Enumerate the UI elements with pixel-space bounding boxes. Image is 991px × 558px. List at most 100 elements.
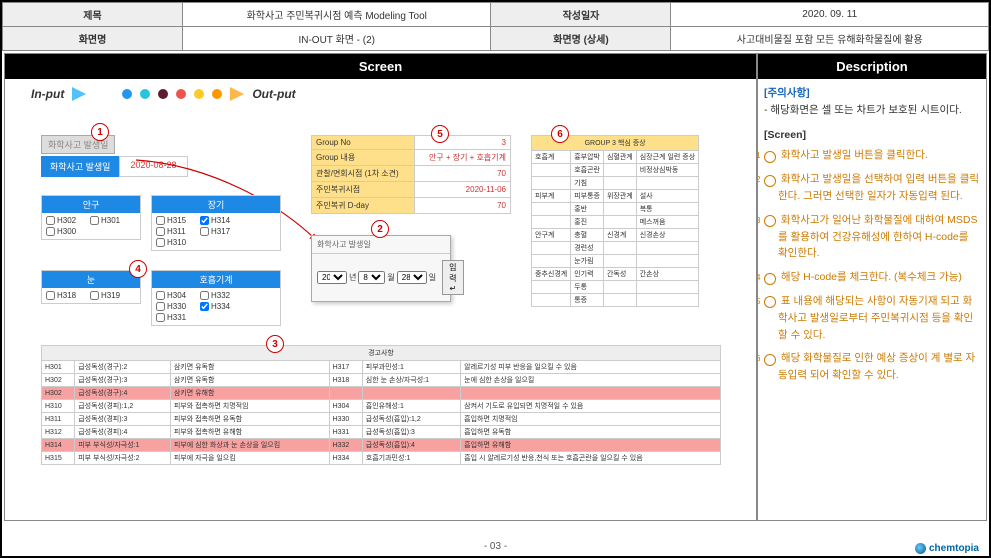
dialog-ok-button[interactable]: 입력↵ [442, 260, 463, 295]
group-info-body: Group No3Group 내용안구 + 장기 + 호흡기계관찰/면회시점 (… [312, 136, 511, 214]
hcode-checkbox[interactable]: H319 [90, 291, 128, 300]
info-value: 안구 + 장기 + 호흡기계 [414, 150, 510, 166]
checkbox[interactable] [46, 227, 55, 236]
info-key: Group 내용 [312, 150, 415, 166]
symptom-cell: 눈가림 [571, 255, 604, 268]
symptom-cell: 설사 [636, 190, 698, 203]
symptom-table: GROUP 3 핵심 증상 호흡계흉부압박심혈관계심장근계 일련 증상호흡곤란비… [531, 135, 699, 307]
warning-cell: 호흡기과민성:1 [362, 452, 460, 465]
desc-text: 화학사고 발생일을 선택하여 입력 버튼을 클릭한다. 그러면 선택한 일자가 … [778, 173, 979, 202]
day-select[interactable]: 28 [397, 271, 427, 284]
symptom-cell: 홍진 [571, 216, 604, 229]
symptom-cell: 충혈 [571, 229, 604, 242]
checkbox[interactable] [200, 291, 209, 300]
hcode-checkbox[interactable]: H317 [200, 227, 238, 236]
hcode-label: H314 [211, 216, 230, 225]
group-corrosion-body: H318 H319 [42, 288, 140, 303]
hcode-checkbox[interactable]: H314 [200, 216, 238, 225]
description-panel: Description [주의사항] - 해당화면은 셀 또는 차트가 보호된 … [757, 53, 987, 521]
hcode-checkbox[interactable]: H301 [90, 216, 128, 225]
warning-cell: 급성독성(경구):3 [75, 374, 171, 387]
hcode-label: H301 [101, 216, 120, 225]
checkbox[interactable] [156, 313, 165, 322]
desc-item: 4 해당 H-code를 체크한다. (복수체크 가능) [764, 269, 980, 286]
warning-cell: 급성독성(경피):4 [75, 426, 171, 439]
warning-cell: H310 [42, 400, 75, 413]
desc-item: 6 해당 화학물질로 인한 예상 증상이 계 별로 자동입력 되어 확인할 수 … [764, 350, 980, 384]
symptom-cell: 두통 [571, 281, 604, 294]
hcode-checkbox[interactable]: H300 [46, 227, 84, 236]
hcode-checkbox[interactable]: H334 [200, 302, 238, 311]
dot-icon [212, 89, 222, 99]
symptom-cell [603, 164, 636, 177]
incident-date-label: 화학사고 발생일 [41, 156, 119, 177]
symptom-body: 호흡계흉부압박심혈관계심장근계 일련 증상호흡곤란비정상심박동기침피부계피부통증… [532, 151, 699, 307]
badge-4: 4 [129, 260, 147, 278]
symptom-cell: 호흡곤란 [571, 164, 604, 177]
warning-cell: H317 [329, 361, 362, 374]
info-key: 주민복귀시점 [312, 182, 415, 198]
screen-header: Screen [5, 54, 756, 79]
page-number: - 03 - [2, 541, 989, 552]
desc-text: 해당 H-code를 체크한다. (복수체크 가능) [778, 271, 962, 283]
hcode-checkbox[interactable]: H331 [156, 313, 194, 322]
info-key: 주민복귀 D-day [312, 198, 415, 214]
warning-cell: 급성독성(흡입):4 [362, 439, 460, 452]
screen-label: 화면명 [3, 27, 183, 51]
checkbox[interactable] [156, 227, 165, 236]
hcode-checkbox[interactable]: H332 [200, 291, 238, 300]
month-select[interactable]: 8 [358, 271, 385, 284]
year-label: 년 [349, 272, 356, 283]
warning-cell: 흡입하면 유독함 [461, 426, 721, 439]
hcode-label: H332 [211, 291, 230, 300]
step-number-icon: 4 [764, 273, 776, 285]
hcode-label: H317 [211, 227, 230, 236]
symptom-cell: 간손상 [636, 268, 698, 281]
checkbox[interactable] [156, 291, 165, 300]
group-eye-title: 안구 [42, 196, 140, 213]
hcode-checkbox[interactable]: H318 [46, 291, 84, 300]
warning-cell: 눈에 심한 손상을 일으킬 [461, 374, 721, 387]
symptom-cell [603, 281, 636, 294]
symptom-cell: 비정상심박동 [636, 164, 698, 177]
info-value: 2020-11-06 [414, 182, 510, 198]
warning-cell: 흡입 시 알레르기성 반응,천식 또는 호흡곤란을 일으킬 수 있음 [461, 452, 721, 465]
info-key: 관찰/면회시점 (1차 소견) [312, 166, 415, 182]
checkbox[interactable] [90, 216, 99, 225]
step-number-icon: 6 [764, 354, 776, 366]
warning-cell: H302 [42, 374, 75, 387]
checkbox[interactable] [90, 291, 99, 300]
hcode-checkbox[interactable]: H311 [156, 227, 194, 236]
title-label: 제목 [3, 3, 183, 27]
checkbox[interactable] [156, 302, 165, 311]
hcode-label: H318 [57, 291, 76, 300]
checkbox[interactable] [200, 227, 209, 236]
hcode-label: H334 [211, 302, 230, 311]
checkbox[interactable] [156, 216, 165, 225]
symptom-cell [636, 281, 698, 294]
checkbox[interactable] [200, 302, 209, 311]
screen-panel: Screen In-put Out-put 1 [4, 53, 757, 521]
symptom-cell: 심장근계 일련 증상 [636, 151, 698, 164]
group-liver: 장기 H315H314H311H317H310 [151, 195, 281, 251]
warning-cell: 흡인유해성:1 [362, 400, 460, 413]
hcode-checkbox[interactable]: H302 [46, 216, 84, 225]
year-select[interactable]: 2020 [317, 271, 347, 284]
warning-cell [362, 387, 460, 400]
symptom-cell: 흉부압박 [571, 151, 604, 164]
title-value: 화학사고 주민복귀시점 예측 Modeling Tool [183, 3, 491, 27]
symptom-cell [603, 177, 636, 190]
checkbox[interactable] [46, 291, 55, 300]
checkbox[interactable] [200, 216, 209, 225]
hcode-checkbox[interactable]: H315 [156, 216, 194, 225]
day-label: 일 [429, 272, 436, 283]
checkbox[interactable] [46, 216, 55, 225]
group-corrosion: 눈 H318H319 [41, 270, 141, 304]
hcode-checkbox[interactable]: H304 [156, 291, 194, 300]
group-liver-body: H315 H314 H311 H317 H310 [152, 213, 280, 250]
hcode-label: H300 [57, 227, 76, 236]
hcode-checkbox[interactable]: H330 [156, 302, 194, 311]
warning-cell: H301 [42, 361, 75, 374]
hcode-checkbox[interactable]: H310 [156, 238, 194, 247]
checkbox[interactable] [156, 238, 165, 247]
